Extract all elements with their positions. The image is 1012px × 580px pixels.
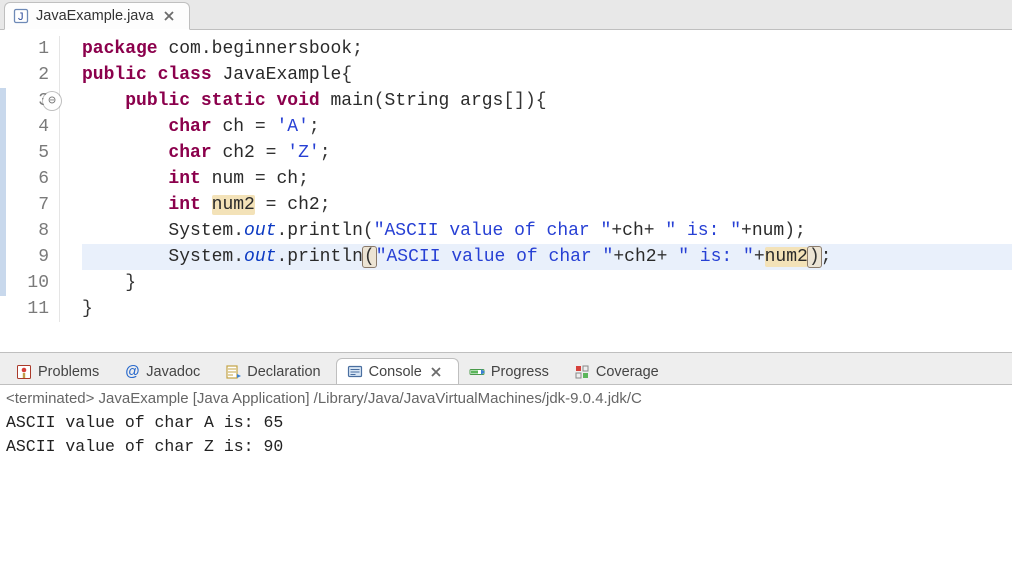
- line-number-gutter: 1 2 3⊖ 4 5 6 7 8 9 10 11: [0, 36, 60, 322]
- tab-label: Problems: [38, 364, 99, 380]
- console-view[interactable]: <terminated> JavaExample [Java Applicati…: [0, 385, 1012, 479]
- fold-collapse-icon[interactable]: ⊖: [43, 92, 61, 110]
- console-output-line: ASCII value of char Z is: 90: [6, 435, 1006, 459]
- code-line: int num2 = ch2;: [82, 192, 1012, 218]
- code-line: }: [82, 270, 1012, 296]
- code-line: }: [82, 296, 1012, 322]
- console-output-line: ASCII value of char A is: 65: [6, 411, 1006, 435]
- javadoc-icon: @: [124, 364, 140, 380]
- svg-text:J: J: [18, 11, 24, 23]
- editor-tab-bar: J JavaExample.java: [0, 0, 1012, 30]
- panel-tab-bar: Problems @ Javadoc Declaration Console: [0, 353, 1012, 385]
- tab-label: Progress: [491, 364, 549, 380]
- tab-label: Javadoc: [146, 364, 200, 380]
- code-line: char ch = 'A';: [82, 114, 1012, 140]
- code-line: public static void main(String args[]){: [82, 88, 1012, 114]
- problems-icon: [16, 364, 32, 380]
- code-line: char ch2 = 'Z';: [82, 140, 1012, 166]
- tab-coverage[interactable]: Coverage: [564, 359, 674, 384]
- console-icon: [347, 364, 363, 380]
- java-file-icon: J: [13, 8, 29, 24]
- tab-progress[interactable]: Progress: [459, 359, 564, 384]
- code-line: int num = ch;: [82, 166, 1012, 192]
- tab-javadoc[interactable]: @ Javadoc: [114, 359, 215, 384]
- code-content[interactable]: package com.beginnersbook; public class …: [60, 36, 1012, 322]
- close-icon[interactable]: [161, 8, 177, 24]
- code-line: public class JavaExample{: [82, 62, 1012, 88]
- close-icon[interactable]: [428, 364, 444, 380]
- bottom-panel: Problems @ Javadoc Declaration Console: [0, 352, 1012, 479]
- tab-console[interactable]: Console: [336, 358, 459, 385]
- tab-problems[interactable]: Problems: [6, 359, 114, 384]
- code-editor[interactable]: 1 2 3⊖ 4 5 6 7 8 9 10 11 package com.beg…: [0, 30, 1012, 342]
- console-process-header: <terminated> JavaExample [Java Applicati…: [6, 388, 1006, 411]
- editor-tab-javaexample[interactable]: J JavaExample.java: [4, 2, 190, 30]
- tab-label: Coverage: [596, 364, 659, 380]
- progress-icon: [469, 364, 485, 380]
- tab-declaration[interactable]: Declaration: [215, 359, 335, 384]
- editor-tab-label: JavaExample.java: [36, 8, 154, 24]
- code-line: System.out.println("ASCII value of char …: [82, 244, 1012, 270]
- coverage-icon: [574, 364, 590, 380]
- declaration-icon: [225, 364, 241, 380]
- tab-label: Declaration: [247, 364, 320, 380]
- code-line: package com.beginnersbook;: [82, 36, 1012, 62]
- code-line: System.out.println("ASCII value of char …: [82, 218, 1012, 244]
- tab-label: Console: [369, 364, 422, 380]
